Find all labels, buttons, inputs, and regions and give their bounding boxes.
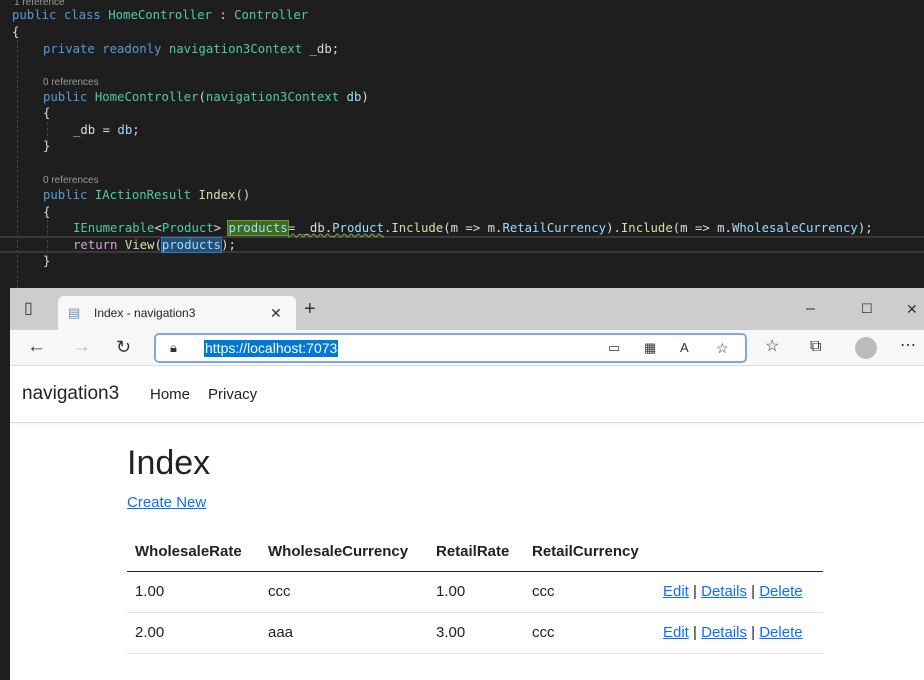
code-line: private readonly navigation3Context _db; xyxy=(43,42,340,56)
delete-link[interactable]: Delete xyxy=(759,624,802,641)
details-link[interactable]: Details xyxy=(701,583,747,600)
qr-code-icon[interactable]: ▦ xyxy=(644,338,656,358)
tab-actions-icon[interactable]: ▯ xyxy=(24,299,33,319)
separator: | xyxy=(693,624,697,641)
cell: ccc xyxy=(524,612,655,654)
details-link[interactable]: Details xyxy=(701,624,747,641)
code-line: IEnumerable<Product> products= _db.Produ… xyxy=(73,220,873,236)
cell: 1.00 xyxy=(428,571,524,613)
browser-toolbar: ← → ↻ 🔒︎ https://localhost:7073 ▭ ▦ A ☆ … xyxy=(10,330,924,366)
nav-home[interactable]: Home xyxy=(150,386,190,403)
close-tab-icon[interactable]: ✕ xyxy=(270,303,282,323)
column-header: RetailCurrency xyxy=(524,532,655,572)
separator: | xyxy=(751,624,756,641)
page-icon: ▤ xyxy=(68,305,81,320)
browser-tab[interactable]: ▤ Index - navigation3 ✕ xyxy=(58,296,296,330)
back-icon[interactable]: ← xyxy=(27,337,46,357)
app-available-icon[interactable]: ▭ xyxy=(608,338,620,358)
column-header: WholesaleCurrency xyxy=(260,532,428,572)
create-new-link[interactable]: Create New xyxy=(127,494,206,511)
row-actions: Edit | Details | Delete xyxy=(655,571,823,613)
separator: | xyxy=(751,583,756,600)
edit-link[interactable]: Edit xyxy=(663,583,689,600)
code-line: { xyxy=(43,205,51,219)
nav-privacy[interactable]: Privacy xyxy=(208,386,257,403)
more-icon[interactable]: ⋯ xyxy=(900,336,916,356)
read-aloud-icon[interactable]: A xyxy=(680,338,689,358)
forward-icon[interactable]: → xyxy=(72,337,91,357)
code-editor[interactable]: 1 reference public class HomeController … xyxy=(0,0,924,288)
close-window-icon[interactable]: ✕ xyxy=(906,299,918,319)
table-row: 1.00 ccc 1.00 ccc Edit | Details | Delet… xyxy=(127,571,823,613)
profile-icon[interactable] xyxy=(855,337,877,359)
navbar: navigation3 Home Privacy xyxy=(10,366,924,423)
web-page: navigation3 Home Privacy Index Create Ne… xyxy=(10,366,924,679)
column-header: RetailRate xyxy=(428,532,524,572)
cell: 2.00 xyxy=(127,612,260,654)
code-line: return View(products); xyxy=(73,237,236,253)
brand-link[interactable]: navigation3 xyxy=(22,383,119,405)
favorites-icon[interactable]: ☆ xyxy=(765,337,779,357)
url-text[interactable]: https://localhost:7073 xyxy=(204,340,339,357)
minimize-icon[interactable]: – xyxy=(806,299,815,319)
address-bar[interactable]: 🔒︎ https://localhost:7073 ▭ ▦ A ☆ xyxy=(154,333,747,363)
add-favorite-icon[interactable]: ☆ xyxy=(716,338,729,358)
products-table: WholesaleRate WholesaleCurrency RetailRa… xyxy=(127,532,823,654)
cell: 1.00 xyxy=(127,571,260,613)
cell: aaa xyxy=(260,612,428,654)
refresh-icon[interactable]: ↻ xyxy=(116,337,131,357)
page-title: Index xyxy=(127,444,211,482)
code-line: } xyxy=(43,139,51,153)
column-header: WholesaleRate xyxy=(127,532,260,572)
separator: | xyxy=(693,583,697,600)
code-line: { xyxy=(12,25,20,39)
row-actions: Edit | Details | Delete xyxy=(655,612,823,654)
cell: ccc xyxy=(524,571,655,613)
lock-icon[interactable]: 🔒︎ xyxy=(170,338,177,358)
edit-link[interactable]: Edit xyxy=(663,624,689,641)
code-line: _db = db; xyxy=(73,123,140,137)
code-line: public class HomeController : Controller xyxy=(12,8,309,22)
delete-link[interactable]: Delete xyxy=(759,583,802,600)
tab-title: Index - navigation3 xyxy=(94,306,196,320)
cell: ccc xyxy=(260,571,428,613)
code-line: { xyxy=(43,106,51,120)
browser-window: ▯ ▤ Index - navigation3 ✕ + – ☐ ✕ ← → ↻ … xyxy=(10,288,924,680)
collections-icon[interactable]: ⧉ xyxy=(810,337,821,357)
code-line: public HomeController(navigation3Context… xyxy=(43,90,369,104)
cell: 3.00 xyxy=(428,612,524,654)
code-line: } xyxy=(43,254,51,268)
actions-header xyxy=(655,532,823,572)
new-tab-icon[interactable]: + xyxy=(304,299,316,319)
maximize-icon[interactable]: ☐ xyxy=(861,299,873,319)
tab-bar: ▯ ▤ Index - navigation3 ✕ + – ☐ ✕ xyxy=(10,288,924,330)
table-row: 2.00 aaa 3.00 ccc Edit | Details | Delet… xyxy=(127,612,823,654)
code-line: public IActionResult Index() xyxy=(43,188,251,202)
